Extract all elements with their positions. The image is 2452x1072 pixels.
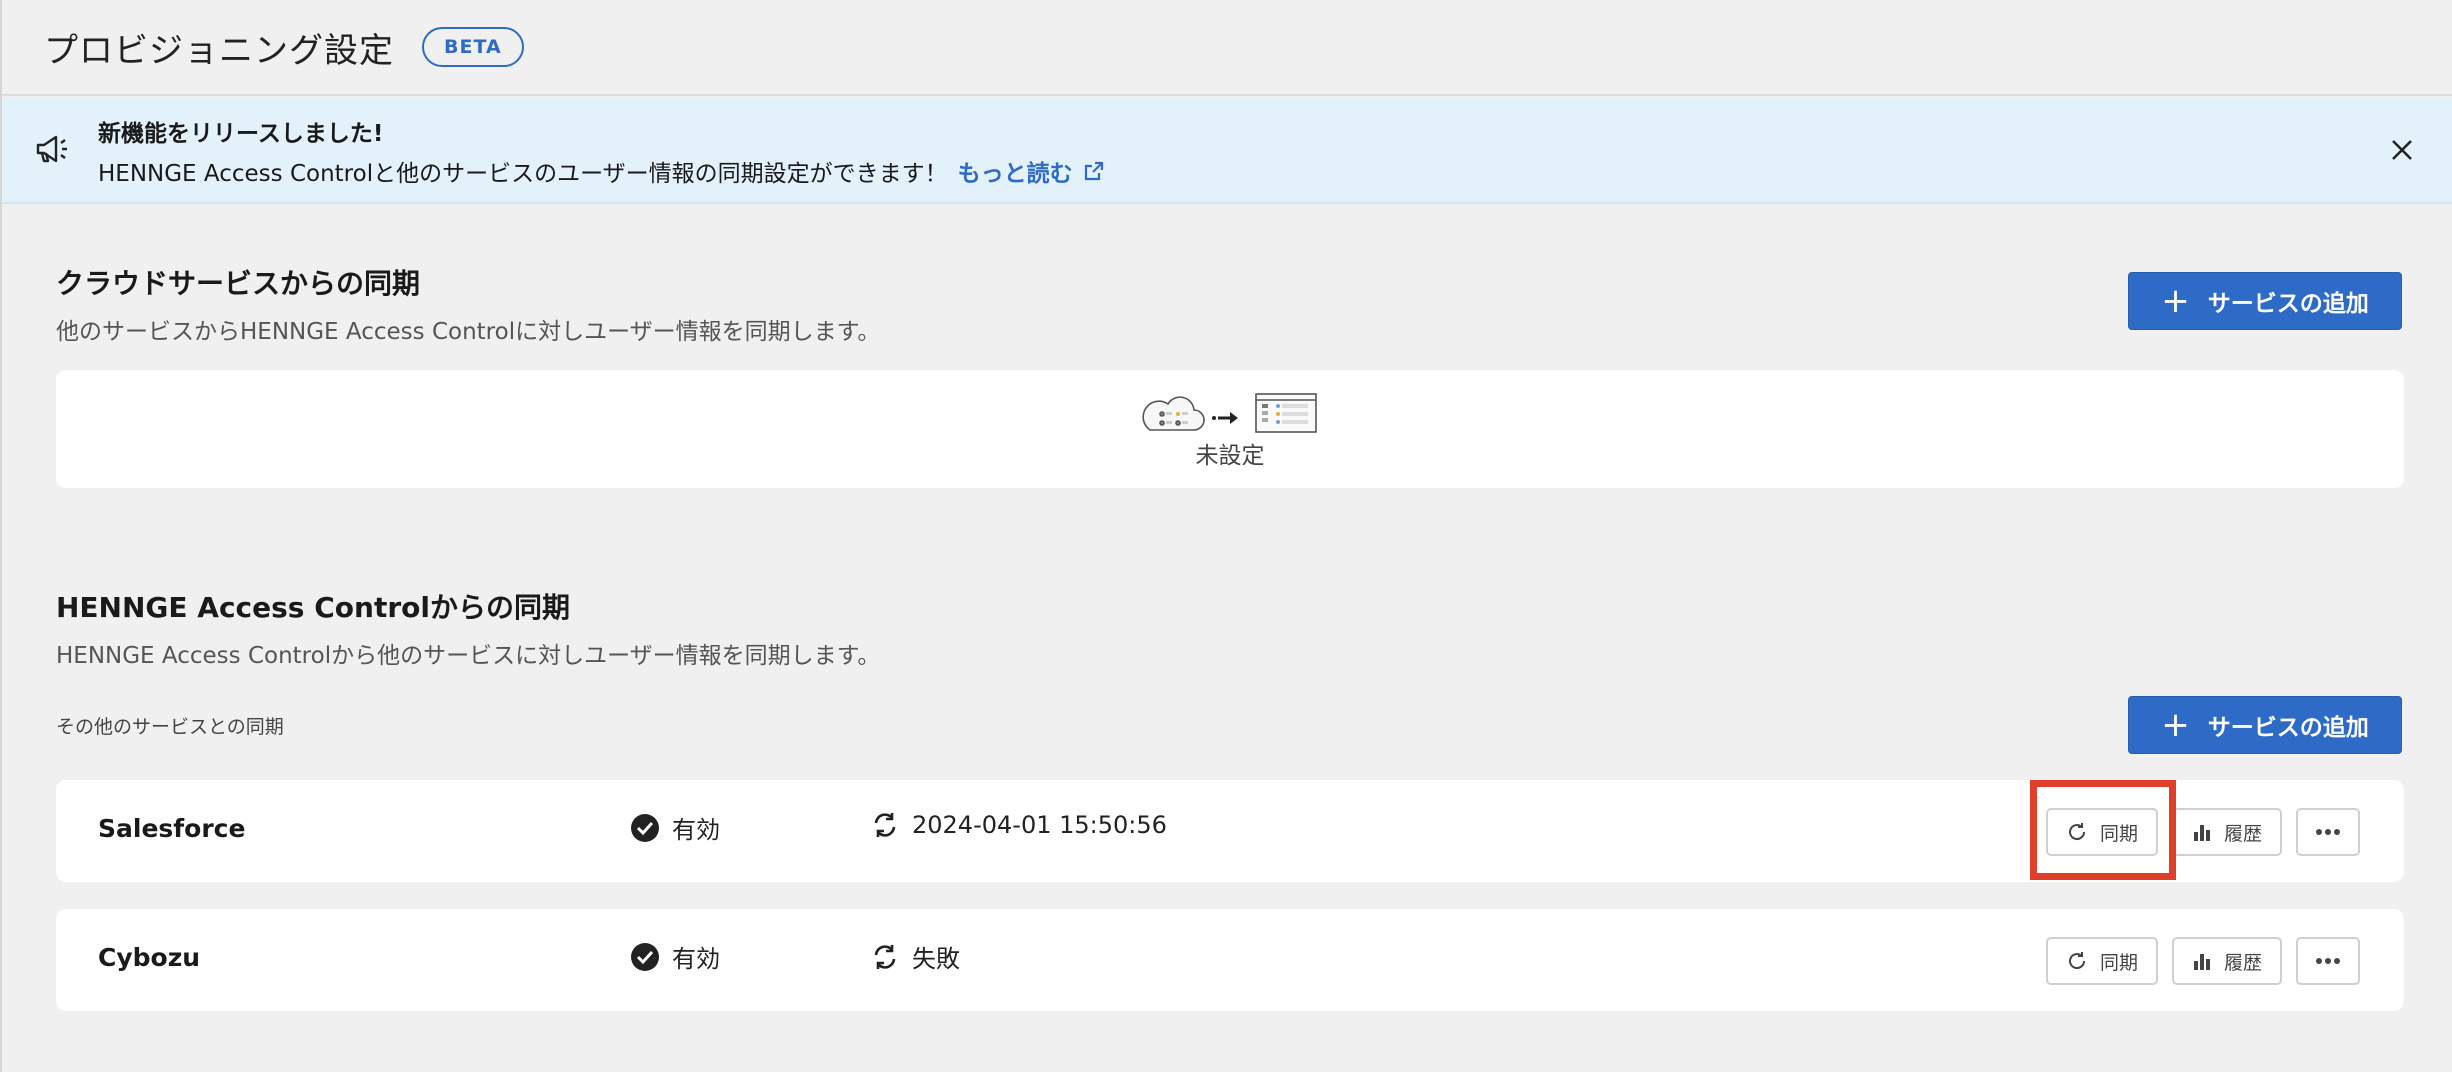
service-status-label: 有効 (672, 945, 720, 973)
history-button-label: 履歴 (2223, 822, 2262, 845)
service-row: Salesforce 有効 2024-04-01 15:50:56 同期 履歴 (56, 780, 2404, 882)
sync-icon (874, 813, 896, 837)
more-horizontal-icon (2316, 958, 2340, 964)
add-cloud-service-label: サービスの追加 (2207, 291, 2369, 317)
service-name: Salesforce (98, 814, 246, 843)
cloud-sync-heading: クラウドサービスからの同期 (56, 267, 421, 300)
service-last-sync-label: 失敗 (912, 945, 960, 973)
page-header: プロビジョニング設定 BETA (2, 0, 2452, 96)
cloud-to-list-illustration (1142, 393, 1317, 433)
more-horizontal-icon (2316, 829, 2340, 835)
add-hac-service-button[interactable]: + サービスの追加 (2128, 696, 2402, 754)
service-last-sync: 失敗 (870, 939, 960, 974)
cloud-sync-description: 他のサービスからHENNGE Access Controlに対しユーザー情報を同… (56, 319, 881, 345)
banner-text-line: HENNGE Access Controlと他のサービスのユーザー情報の同期設定… (98, 154, 1105, 188)
check-circle-icon (631, 942, 659, 971)
beta-badge: BETA (422, 27, 524, 67)
sync-button[interactable]: 同期 (2046, 808, 2158, 856)
cloud-sync-empty-card: 未設定 (56, 370, 2404, 488)
service-name: Cybozu (98, 943, 201, 972)
read-more-link[interactable]: もっと読む (958, 154, 1105, 188)
service-row: Cybozu 有効 失敗 同期 履歴 (56, 909, 2404, 1011)
banner-text: HENNGE Access Controlと他のサービスのユーザー情報の同期設定… (98, 161, 948, 187)
sync-button[interactable]: 同期 (2046, 937, 2158, 985)
more-button[interactable] (2296, 937, 2360, 985)
add-cloud-service-button[interactable]: + サービスの追加 (2128, 272, 2402, 330)
service-last-sync: 2024-04-01 15:50:56 (870, 810, 1167, 840)
banner-close-button[interactable] (2384, 132, 2420, 168)
add-hac-service-label: サービスの追加 (2207, 715, 2369, 741)
hac-sync-description: HENNGE Access Controlから他のサービスに対しユーザー情報を同… (56, 643, 881, 669)
bar-chart-icon (2193, 825, 2210, 841)
plus-icon: + (2161, 281, 2190, 321)
refresh-icon (2068, 952, 2085, 970)
sync-icon (874, 944, 896, 969)
other-services-label: その他のサービスとの同期 (56, 716, 284, 738)
external-link-icon (1084, 161, 1103, 181)
service-status: 有効 (630, 939, 720, 974)
read-more-label: もっと読む (957, 161, 1073, 187)
not-configured-label: 未設定 (1195, 443, 1265, 469)
sync-button-label: 同期 (2099, 822, 2138, 845)
history-button-label: 履歴 (2223, 951, 2262, 974)
refresh-icon (2068, 823, 2085, 841)
more-button[interactable] (2296, 808, 2360, 856)
page-title: プロビジョニング設定 (44, 30, 394, 71)
history-button[interactable]: 履歴 (2172, 808, 2282, 856)
sync-button-label: 同期 (2099, 951, 2138, 974)
service-status: 有効 (630, 810, 720, 845)
release-banner: 新機能をリリースしました! HENNGE Access Controlと他のサー… (2, 98, 2452, 204)
service-last-sync-label: 2024-04-01 15:50:56 (912, 811, 1167, 839)
close-icon (2392, 140, 2412, 160)
bar-chart-icon (2193, 954, 2210, 970)
banner-heading: 新機能をリリースしました! (98, 121, 384, 147)
check-circle-icon (631, 813, 659, 842)
plus-icon: + (2161, 705, 2190, 745)
megaphone-icon (36, 135, 67, 163)
service-status-label: 有効 (672, 816, 720, 844)
hac-sync-heading: HENNGE Access Controlからの同期 (56, 591, 570, 624)
history-button[interactable]: 履歴 (2172, 937, 2282, 985)
